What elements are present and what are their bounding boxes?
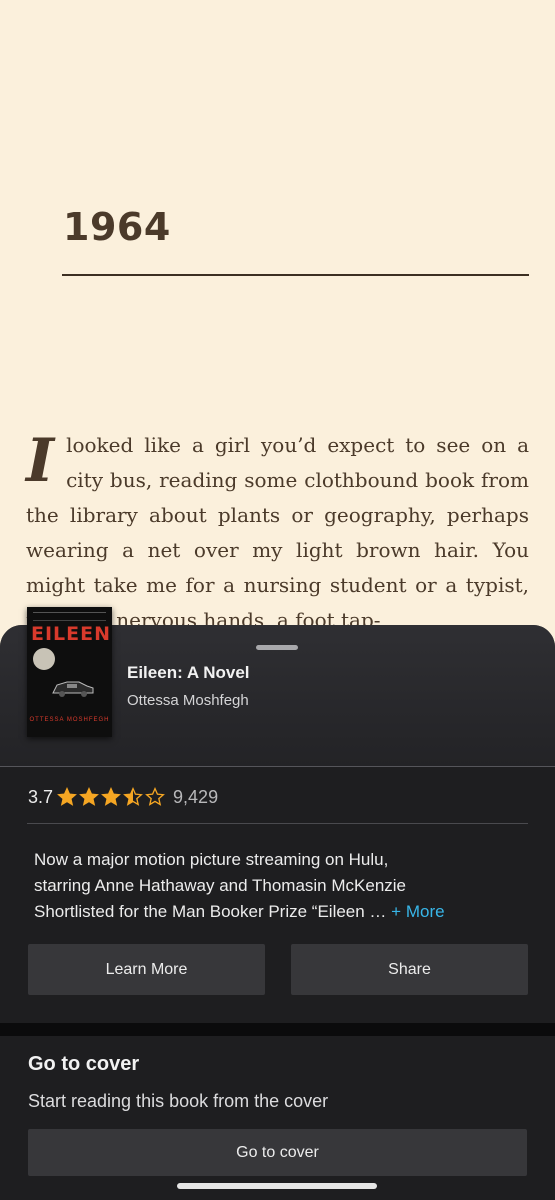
book-author[interactable]: Ottessa Moshfegh: [127, 692, 249, 709]
book-title: Eileen: A Novel: [127, 663, 250, 682]
rating-count: 9,429: [173, 786, 219, 807]
section-gap: [0, 1023, 555, 1036]
star-icon: [79, 787, 99, 806]
star-icon: [145, 787, 165, 806]
cover-title: EILEEN: [31, 623, 112, 645]
cover-author: OTTESSA MOSHFEGH: [29, 717, 110, 723]
star-icon: [57, 787, 77, 806]
learn-more-button[interactable]: Learn More: [28, 944, 265, 995]
chapter-divider: [62, 274, 529, 276]
text-line: city bus, reading some clothbound book: [66, 468, 482, 492]
rating-stars: [57, 787, 167, 807]
star-icon: [101, 787, 121, 806]
book-cover[interactable]: EILEEN OTTESSA MOSHFEGH: [27, 607, 112, 737]
more-link[interactable]: + More: [391, 902, 444, 921]
divider: [27, 823, 528, 824]
text-line: looked like a girl you’d expect to see o…: [66, 433, 529, 457]
car-icon: [52, 681, 94, 697]
description-line: Now a major motion picture streaming on …: [34, 850, 389, 869]
share-button[interactable]: Share: [291, 944, 528, 995]
description-line: Shortlisted for the Man Booker Prize “Ei…: [34, 902, 387, 921]
book-description: Now a major motion picture streaming on …: [34, 847, 524, 925]
cover-blurb: [33, 612, 106, 621]
chapter-title: 1964: [63, 205, 171, 249]
sheet-grabber[interactable]: [256, 645, 298, 650]
drop-cap: I: [26, 426, 55, 496]
go-to-cover-title: Go to cover: [28, 1053, 140, 1075]
rating-row[interactable]: 3.7 9,429: [28, 785, 218, 809]
go-to-cover-panel: Go to cover Start reading this book from…: [0, 1036, 555, 1200]
go-to-cover-subtitle: Start reading this book from the cover: [28, 1091, 329, 1111]
home-indicator[interactable]: [177, 1183, 377, 1189]
go-to-cover-button[interactable]: Go to cover: [28, 1129, 527, 1176]
star-icon: [123, 787, 143, 806]
rating-value: 3.7: [28, 786, 54, 807]
description-line: starring Anne Hathaway and Thomasin McKe…: [34, 876, 406, 895]
award-seal-icon: [33, 648, 55, 670]
